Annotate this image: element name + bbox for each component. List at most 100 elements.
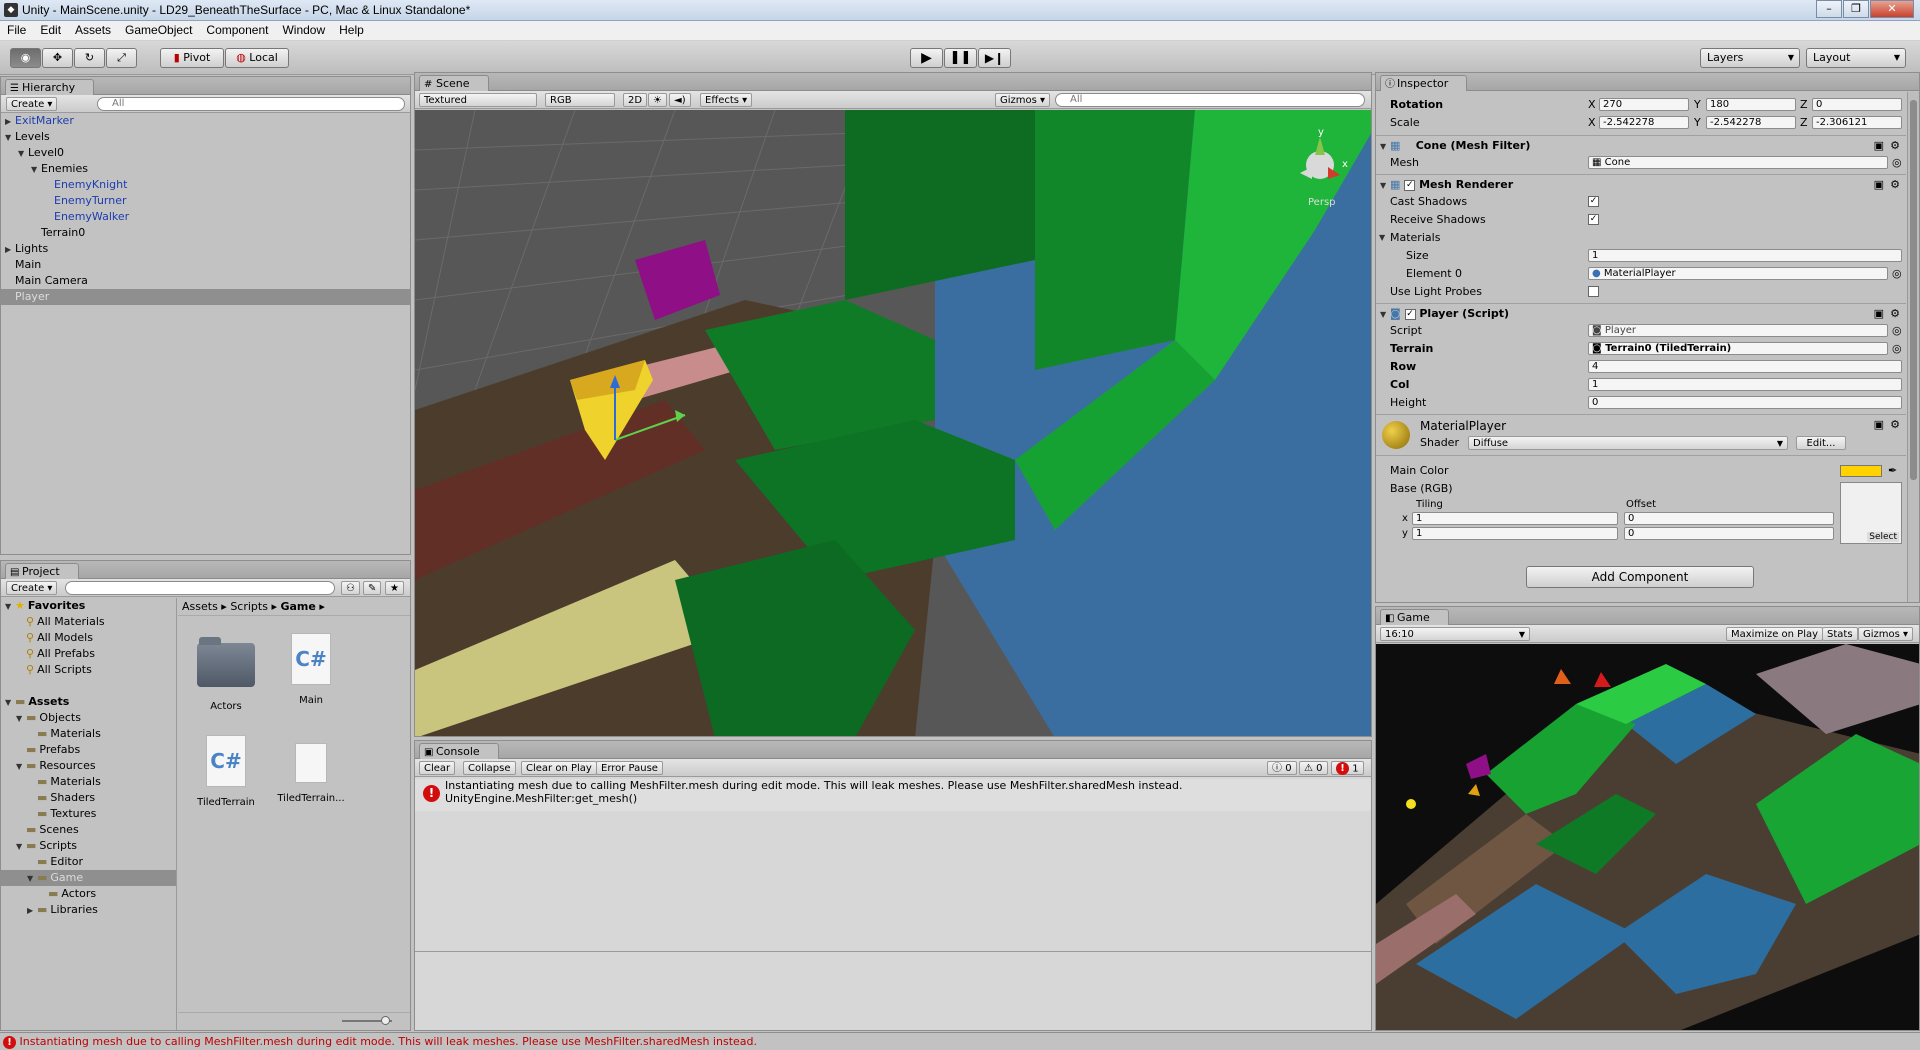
tab-scene[interactable]: # Scene	[419, 75, 489, 91]
project-tree-item[interactable]: ▬ Actors	[1, 886, 176, 902]
hierarchy-item[interactable]: EnemyKnight	[1, 177, 410, 193]
materials-size-field[interactable]: 1	[1588, 249, 1902, 262]
hierarchy-create-button[interactable]: Create ▾	[6, 97, 58, 111]
console-collapse-button[interactable]: Collapse	[463, 761, 516, 775]
tab-game[interactable]: ◧ Game	[1380, 609, 1449, 625]
texture-select-label[interactable]: Select	[1867, 532, 1899, 542]
tab-hierarchy[interactable]: ☰ Hierarchy	[5, 79, 95, 95]
project-create-button[interactable]: Create ▾	[6, 581, 58, 595]
help-icon[interactable]: ▣	[1874, 304, 1884, 323]
scale-y-field[interactable]: -2.542278	[1706, 116, 1796, 129]
player-script-enabled-checkbox[interactable]: ✓	[1404, 308, 1416, 320]
mesh-filter-header[interactable]: ▼ ▦ Cone (Mesh Filter) ▣ ⚙	[1376, 135, 1906, 155]
status-bar[interactable]: ! Instantiating mesh due to calling Mesh…	[0, 1032, 1920, 1050]
filter-label-button[interactable]: ✎	[363, 581, 382, 595]
hand-tool-button[interactable]: ◉	[10, 48, 41, 68]
add-component-button[interactable]: Add Component	[1526, 566, 1754, 588]
help-icon[interactable]: ▣	[1874, 136, 1884, 155]
project-tree-item[interactable]: ⚲ All Models	[1, 630, 176, 646]
mesh-renderer-header[interactable]: ▼ ▦ ✓ Mesh Renderer ▣ ⚙	[1376, 174, 1906, 194]
project-file-item[interactable]: Actors	[186, 627, 266, 717]
scale-tool-button[interactable]: ⤢	[106, 48, 137, 68]
player-script-header[interactable]: ▼ ◙ ✓ Player (Script) ▣ ⚙	[1376, 303, 1906, 323]
terrain-field[interactable]: ◙ Terrain0 (TiledTerrain)	[1588, 342, 1888, 355]
project-tree-item[interactable]: ▬ Editor	[1, 854, 176, 870]
menu-file[interactable]: File	[0, 21, 33, 39]
pivot-toggle[interactable]: ▮ Pivot	[160, 48, 224, 68]
object-picker-icon[interactable]: ◎	[1892, 155, 1902, 170]
expand-arrow-icon[interactable]: ▶	[27, 903, 37, 919]
material-header[interactable]: MaterialPlayer Shader Diffuse ▼ Edit... ▣…	[1376, 414, 1906, 456]
offset-x-field[interactable]: 0	[1624, 512, 1834, 525]
expand-arrow-icon[interactable]: ▼	[5, 695, 15, 711]
collapse-arrow-icon[interactable]: ▶	[5, 242, 15, 258]
shader-edit-button[interactable]: Edit...	[1796, 436, 1846, 450]
mesh-field[interactable]: ▦ Cone	[1588, 156, 1888, 169]
rotation-x-field[interactable]: 270	[1599, 98, 1689, 111]
menu-help[interactable]: Help	[332, 21, 371, 39]
scene-viewport[interactable]: y x Persp	[415, 110, 1372, 737]
project-tree-item[interactable]: ▬ Materials	[1, 726, 176, 742]
project-tree-item[interactable]: ▬ Scenes	[1, 822, 176, 838]
shading-mode-dropdown[interactable]: Textured	[419, 93, 537, 107]
project-tree-item[interactable]: ⚲ All Materials	[1, 614, 176, 630]
collapse-arrow-icon[interactable]: ▶	[5, 114, 15, 130]
console-clear-on-play-button[interactable]: Clear on Play	[521, 761, 597, 775]
favorite-star-button[interactable]: ★	[385, 581, 404, 595]
toggle-2d-button[interactable]: 2D	[623, 93, 648, 107]
gear-icon[interactable]: ⚙	[1890, 136, 1900, 155]
expand-arrow-icon[interactable]: ▼	[16, 839, 26, 855]
step-button[interactable]: ▶❙	[978, 48, 1011, 68]
help-icon[interactable]: ▣	[1874, 175, 1884, 194]
hierarchy-item[interactable]: Terrain0	[1, 225, 410, 241]
hierarchy-item[interactable]: ▼ Enemies	[1, 161, 410, 177]
scene-search-input[interactable]: All	[1055, 93, 1365, 107]
scene-gizmos-dropdown[interactable]: Gizmos ▾	[995, 93, 1051, 107]
object-picker-icon[interactable]: ◎	[1892, 266, 1902, 281]
hierarchy-item[interactable]: ▼ Levels	[1, 129, 410, 145]
inspector-scrollbar[interactable]	[1907, 92, 1919, 602]
hierarchy-item[interactable]: Player	[1, 289, 410, 305]
project-tree-item[interactable]: ▼ ▬ Objects	[1, 710, 176, 726]
hierarchy-search-input[interactable]: All	[97, 97, 405, 111]
project-tree-item[interactable]: ▼ ▬ Game	[1, 870, 176, 886]
menu-edit[interactable]: Edit	[33, 21, 68, 39]
tab-inspector[interactable]: ⓘ Inspector	[1380, 75, 1468, 91]
project-tree-item[interactable]: ▼ ▬ Assets	[1, 694, 176, 710]
tab-console[interactable]: ▣ Console	[419, 743, 499, 759]
layers-dropdown[interactable]: Layers ▼	[1700, 48, 1800, 68]
light-probes-checkbox[interactable]	[1588, 286, 1599, 297]
zoom-slider-handle[interactable]	[381, 1016, 390, 1025]
project-tree-item[interactable]: ▼ ▬ Scripts	[1, 838, 176, 854]
game-gizmos-dropdown[interactable]: Gizmos ▾	[1858, 627, 1914, 641]
menu-component[interactable]: Component	[199, 21, 275, 39]
expand-arrow-icon[interactable]: ▼	[5, 130, 15, 146]
shader-dropdown[interactable]: Diffuse ▼	[1468, 436, 1788, 450]
gear-icon[interactable]: ⚙	[1890, 418, 1900, 431]
play-button[interactable]: ▶	[910, 48, 943, 68]
gear-icon[interactable]: ⚙	[1890, 304, 1900, 323]
hierarchy-item[interactable]: Main	[1, 257, 410, 273]
mesh-renderer-enabled-checkbox[interactable]: ✓	[1404, 179, 1416, 191]
gear-icon[interactable]: ⚙	[1890, 175, 1900, 194]
eyedropper-icon[interactable]: ✒	[1888, 463, 1897, 478]
error-count-toggle[interactable]: ! 1	[1331, 761, 1364, 775]
breadcrumb-assets[interactable]: Assets	[182, 600, 218, 613]
console-error-pause-button[interactable]: Error Pause	[596, 761, 663, 775]
rotation-z-field[interactable]: 0	[1812, 98, 1902, 111]
materials-label[interactable]: Materials	[1390, 230, 1440, 245]
project-tree-item[interactable]: ▬ Shaders	[1, 790, 176, 806]
row-field[interactable]: 4	[1588, 360, 1902, 373]
project-tree-item[interactable]: ▬ Textures	[1, 806, 176, 822]
project-tree-item[interactable]: ▼ ▬ Resources	[1, 758, 176, 774]
game-viewport[interactable]	[1376, 644, 1920, 1031]
project-tree-item[interactable]: ⚲ All Scripts	[1, 662, 176, 678]
effects-dropdown[interactable]: Effects ▾	[700, 93, 753, 107]
object-picker-icon[interactable]: ◎	[1892, 323, 1902, 338]
expand-arrow-icon[interactable]: ▼	[16, 759, 26, 775]
scene-audio-button[interactable]: ◄)	[669, 93, 691, 107]
menu-assets[interactable]: Assets	[68, 21, 118, 39]
move-tool-button[interactable]: ✥	[42, 48, 73, 68]
receive-shadows-checkbox[interactable]: ✓	[1588, 214, 1599, 225]
tiling-x-field[interactable]: 1	[1412, 512, 1618, 525]
